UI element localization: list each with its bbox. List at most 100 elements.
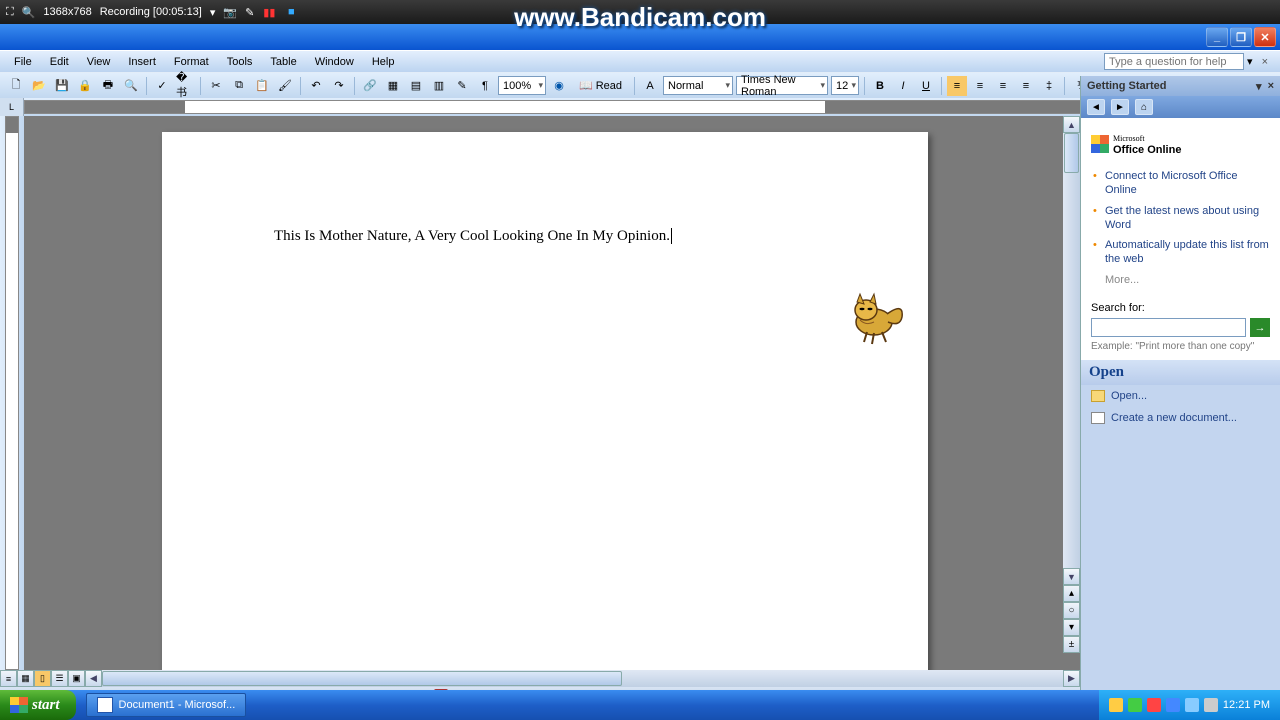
permission-icon[interactable]: 🔒 [75,76,95,96]
close-button[interactable]: ✕ [1254,27,1276,47]
align-left-icon[interactable]: ≡ [947,76,967,96]
research-icon[interactable]: �书 [175,76,195,96]
justify-icon[interactable]: ≡ [1016,76,1036,96]
hscroll-thumb[interactable] [102,671,622,686]
spell-icon[interactable]: ✓ [152,76,172,96]
style-combo[interactable]: Normal [663,76,733,95]
document-text[interactable]: This Is Mother Nature, A Very Cool Looki… [274,228,672,245]
format-painter-icon[interactable]: 🖌 [275,76,295,96]
tp-link-news[interactable]: Get the latest news about using Word [1091,201,1270,236]
font-combo[interactable]: Times New Roman [736,76,828,95]
cut-icon[interactable]: ✂ [206,76,226,96]
maximize-button[interactable]: ❐ [1230,27,1252,47]
scroll-left-icon[interactable]: ◀ [85,670,102,687]
read-button[interactable]: 📖Read [572,76,629,96]
minimize-button[interactable]: _ [1206,27,1228,47]
document-page[interactable]: This Is Mother Nature, A Very Cool Looki… [162,132,928,670]
size-combo[interactable]: 12 [831,76,859,95]
tray-icon-6[interactable] [1204,698,1218,712]
table-icon[interactable]: ▦ [383,76,403,96]
taskbar-word-button[interactable]: Document1 - Microsof... [86,693,247,717]
system-tray[interactable]: 12:21 PM [1099,690,1280,720]
tray-icon-3[interactable] [1147,698,1161,712]
excel-icon[interactable]: ▤ [406,76,426,96]
start-button[interactable]: start [0,690,76,720]
create-doc-link[interactable]: Create a new document... [1081,407,1280,429]
tp-link-more[interactable]: More... [1091,270,1270,290]
help-icon[interactable]: ◉ [549,76,569,96]
columns-icon[interactable]: ▥ [429,76,449,96]
menu-close-icon[interactable]: × [1256,56,1274,68]
nav-home-icon[interactable]: ⌂ [1135,99,1153,115]
view-outline-icon[interactable]: ☰ [51,670,68,687]
line-spacing-icon[interactable]: ‡ [1039,76,1059,96]
vertical-scrollbar[interactable]: ▲ ▼ ▴ ○ ▾ ± [1063,116,1080,653]
bold-icon[interactable]: B [870,76,890,96]
preview-icon[interactable]: 🔍 [121,76,141,96]
menu-window[interactable]: Window [307,54,362,70]
menu-insert[interactable]: Insert [120,54,164,70]
view-normal-icon[interactable]: ≡ [0,670,17,687]
tp-link-connect[interactable]: Connect to Microsoft Office Online [1091,166,1270,201]
italic-icon[interactable]: I [893,76,913,96]
align-right-icon[interactable]: ≡ [993,76,1013,96]
tray-icon-2[interactable] [1128,698,1142,712]
scroll-right-icon[interactable]: ▶ [1063,670,1080,687]
scroll-down-icon[interactable]: ▼ [1063,568,1080,585]
dropdown-icon[interactable]: ▾ [210,6,216,19]
tray-icon-4[interactable] [1166,698,1180,712]
align-center-icon[interactable]: ≡ [970,76,990,96]
browse-object-icon[interactable]: ○ [1063,602,1080,619]
view-reading-icon[interactable]: ▣ [68,670,85,687]
menu-view[interactable]: View [79,54,119,70]
taskpane-search-input[interactable] [1091,318,1246,337]
nav-forward-icon[interactable]: ► [1111,99,1129,115]
menu-format[interactable]: Format [166,54,217,70]
zoom-combo[interactable]: 100% [498,76,546,95]
open-icon[interactable]: 📂 [29,76,49,96]
menu-tools[interactable]: Tools [219,54,261,70]
pencil-icon[interactable]: ✎ [245,6,254,19]
hyperlink-icon[interactable]: 🔗 [360,76,380,96]
open-file-link[interactable]: Open... [1081,385,1280,407]
save-icon[interactable]: 💾 [52,76,72,96]
scroll-thumb[interactable] [1064,133,1079,173]
menu-help[interactable]: Help [364,54,403,70]
redo-icon[interactable]: ↷ [329,76,349,96]
record-icon[interactable]: ▮▮ [262,5,276,19]
scroll-up-icon[interactable]: ▲ [1063,116,1080,133]
tp-link-update[interactable]: Automatically update this list from the … [1091,235,1270,270]
menu-file[interactable]: File [6,54,40,70]
browse-next-icon[interactable]: ▾ [1063,619,1080,636]
copy-icon[interactable]: ⧉ [229,76,249,96]
docmap-icon[interactable]: ¶ [475,76,495,96]
stop-icon[interactable]: ■ [284,5,298,19]
tray-icon-1[interactable] [1109,698,1123,712]
nav-back-icon[interactable]: ◄ [1087,99,1105,115]
paste-icon[interactable]: 📋 [252,76,272,96]
page-viewport[interactable]: This Is Mother Nature, A Very Cool Looki… [24,116,1080,670]
print-icon[interactable]: 🖶 [98,76,118,96]
tray-clock[interactable]: 12:21 PM [1223,699,1270,711]
vertical-ruler[interactable] [0,116,24,670]
styles-icon[interactable]: A [640,76,660,96]
help-dropdown-icon[interactable]: ▾ [1244,55,1256,68]
taskpane-close-icon[interactable]: × [1268,80,1274,93]
taskpane-menu-icon[interactable]: ▾ [1256,80,1262,93]
horizontal-scrollbar[interactable]: ◀ ▶ [85,670,1080,687]
view-web-icon[interactable]: ▦ [17,670,34,687]
ruler-anchor[interactable]: L [0,98,24,116]
search-go-button[interactable]: → [1250,318,1270,337]
underline-icon[interactable]: U [916,76,936,96]
menu-table[interactable]: Table [262,54,304,70]
undo-icon[interactable]: ↶ [306,76,326,96]
office-assistant-cat[interactable] [842,292,912,347]
help-search-input[interactable] [1104,53,1244,70]
drawing-icon[interactable]: ✎ [452,76,472,96]
view-print-icon[interactable]: ▯ [34,670,51,687]
menu-edit[interactable]: Edit [42,54,77,70]
tray-icon-5[interactable] [1185,698,1199,712]
browse-prev-icon[interactable]: ▴ [1063,585,1080,602]
new-icon[interactable]: 🗋 [6,76,26,96]
camera-icon[interactable]: 📷 [223,6,237,19]
